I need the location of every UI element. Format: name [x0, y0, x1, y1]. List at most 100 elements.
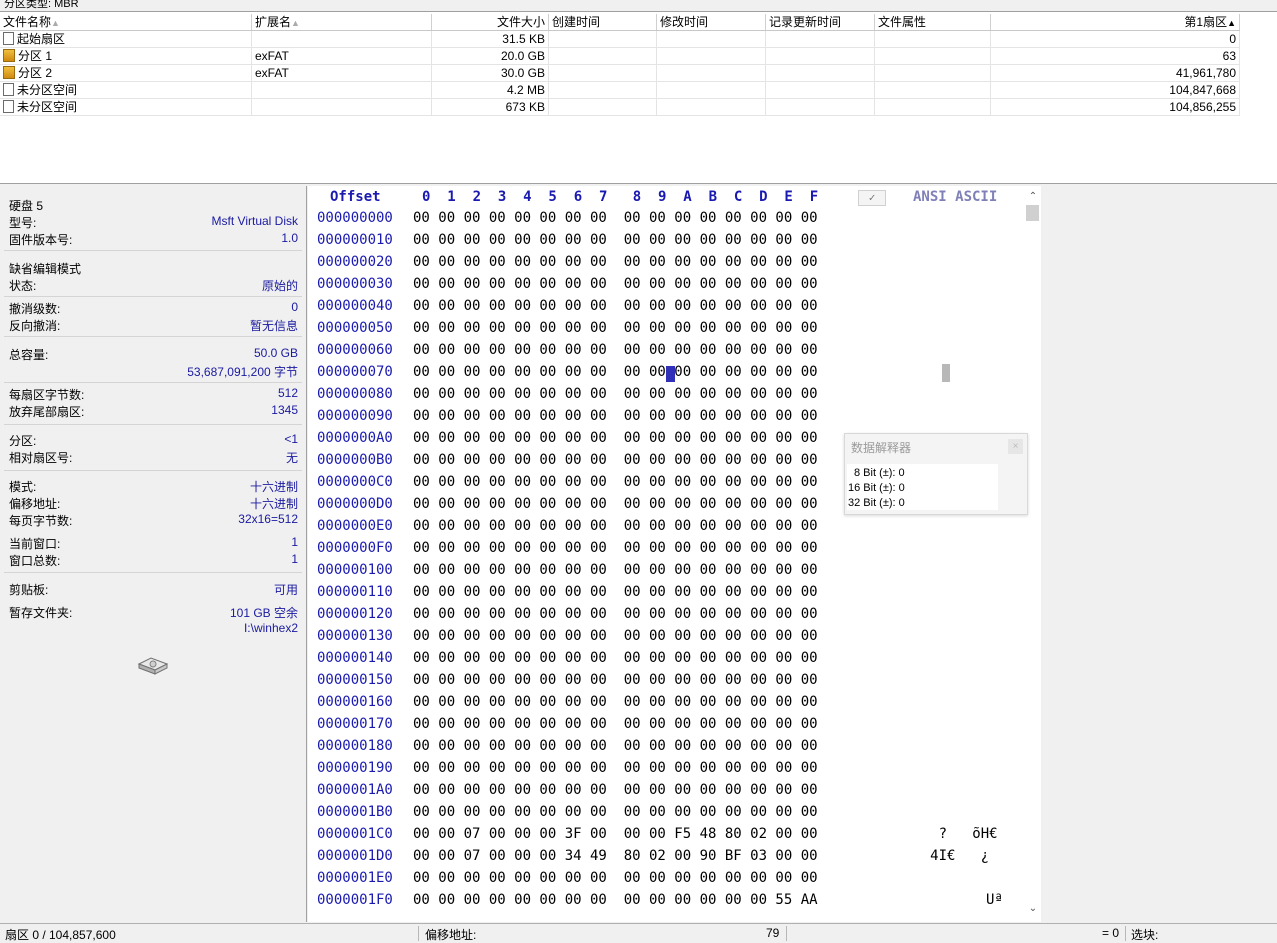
offset-label: 000000050 [317, 320, 393, 336]
hex-row[interactable]: 00 00 00 00 00 00 00 00 00 00 00 00 00 0… [413, 584, 818, 600]
undo-label: 撤消级数: [9, 302, 61, 316]
bytes-per-sector-value: 512 [277, 386, 298, 400]
hex-row[interactable]: 00 00 00 00 00 00 00 00 00 00 00 00 00 0… [413, 452, 818, 468]
disk-info-panel: 硬盘 5 型号: Msft Virtual Disk 固件版本号: 1.0 缺省… [0, 186, 307, 922]
current-window-label: 当前窗口: [9, 537, 61, 551]
hex-row[interactable]: 00 00 00 00 00 00 00 00 00 00 00 00 00 0… [413, 254, 818, 270]
hex-row[interactable]: 00 00 00 00 00 00 00 00 00 00 00 00 00 0… [413, 364, 818, 380]
partition-file-list[interactable]: 文件名称▲ 扩展名▲ 文件大小 创建时间 修改时间 记录更新时间 文件属性 第1… [0, 11, 1277, 184]
hex-row[interactable]: 00 00 00 00 00 00 00 00 00 00 00 00 00 0… [413, 298, 818, 314]
hex-row[interactable]: 00 00 07 00 00 00 3F 00 00 00 F5 48 80 0… [413, 826, 818, 842]
column-header-created[interactable]: 创建时间 [549, 14, 657, 30]
hex-row[interactable]: 00 00 00 00 00 00 00 00 00 00 00 00 00 0… [413, 892, 818, 908]
ascii-toggle-button[interactable]: ✓ [858, 190, 886, 206]
hex-row[interactable]: 00 00 00 00 00 00 00 00 00 00 00 00 00 0… [413, 210, 818, 226]
clipboard-value: 可用 [273, 583, 298, 597]
hex-row[interactable]: 00 00 00 00 00 00 00 00 00 00 00 00 00 0… [413, 694, 818, 710]
column-header-attributes[interactable]: 文件属性 [875, 14, 991, 30]
clipboard-label: 剪贴板: [9, 583, 49, 597]
hex-row[interactable]: 00 00 00 00 00 00 00 00 00 00 00 00 00 0… [413, 870, 818, 886]
sort-arrow-icon: ▲ [291, 18, 300, 28]
file-list-row[interactable]: 分区 1 exFAT 20.0 GB 63 [0, 48, 1240, 65]
relative-sector-value: 无 [285, 451, 298, 465]
offset-label: 000000000 [317, 210, 393, 226]
hex-editor-view[interactable]: Offset 0 1 2 3 4 5 6 7 8 9 A B C D E F ✓… [308, 186, 1041, 922]
scroll-up-icon[interactable]: ⌃ [1025, 190, 1041, 204]
file-name: 分区 1 [18, 49, 53, 63]
partition-icon [3, 49, 15, 62]
ascii-row-last[interactable]: Uª [986, 892, 1003, 908]
offset-label: 000000100 [317, 562, 393, 578]
file-ext [252, 82, 432, 98]
file-list-row[interactable]: 未分区空间 673 KB 104,856,255 [0, 99, 1240, 116]
column-header-extension[interactable]: 扩展名▲ [252, 14, 432, 30]
hex-row[interactable]: 00 00 00 00 00 00 00 00 00 00 00 00 00 0… [413, 606, 818, 622]
ascii-cursor [942, 364, 950, 382]
scroll-thumb[interactable] [1026, 205, 1039, 221]
hex-row[interactable]: 00 00 00 00 00 00 00 00 00 00 00 00 00 0… [413, 276, 818, 292]
ascii-row[interactable]: 4I€ ¿ [888, 848, 989, 864]
file-icon [3, 83, 14, 96]
hex-row[interactable]: 00 00 00 00 00 00 00 00 00 00 00 00 00 0… [413, 650, 818, 666]
hex-row[interactable]: 00 00 00 00 00 00 00 00 00 00 00 00 00 0… [413, 496, 818, 512]
hex-row[interactable]: 00 00 00 00 00 00 00 00 00 00 00 00 00 0… [413, 342, 818, 358]
hex-row[interactable]: 00 00 00 00 00 00 00 00 00 00 00 00 00 0… [413, 562, 818, 578]
hex-row[interactable]: 00 00 00 00 00 00 00 00 00 00 00 00 00 0… [413, 782, 818, 798]
data-interpreter-window[interactable]: 数据解释器 × 8 Bit (±): 0 16 Bit (±): 0 32 Bi… [844, 433, 1028, 515]
offset-label: 000000070 [317, 364, 393, 380]
hex-row[interactable]: 00 00 00 00 00 00 00 00 00 00 00 00 00 0… [413, 738, 818, 754]
hex-vertical-scrollbar[interactable]: ⌃ ⌄ [1025, 190, 1041, 918]
column-header-record-updated[interactable]: 记录更新时间 [766, 14, 875, 30]
hex-row[interactable]: 00 00 00 00 00 00 00 00 00 00 00 00 00 0… [413, 430, 818, 446]
temp-folder-path: I:\winhex2 [243, 621, 298, 635]
column-header-name[interactable]: 文件名称▲ [0, 14, 252, 30]
offset-label: 0000000A0 [317, 430, 393, 446]
offset-label: 000000110 [317, 584, 393, 600]
scroll-down-icon[interactable]: ⌄ [1025, 902, 1041, 916]
hex-row[interactable]: 00 00 00 00 00 00 00 00 00 00 00 00 00 0… [413, 518, 818, 534]
offset-mode-value: 十六进制 [249, 497, 298, 511]
offset-label: 000000140 [317, 650, 393, 666]
hex-row[interactable]: 00 00 00 00 00 00 00 00 00 00 00 00 00 0… [413, 540, 818, 556]
hex-row[interactable]: 00 00 00 00 00 00 00 00 00 00 00 00 00 0… [413, 716, 818, 732]
hex-row[interactable]: 00 00 00 00 00 00 00 00 00 00 00 00 00 0… [413, 672, 818, 688]
interp-8bit: 8 Bit (±): 0 [854, 467, 905, 479]
file-name: 未分区空间 [17, 100, 78, 114]
offset-label: 0000001C0 [317, 826, 393, 842]
capacity-bytes: 53,687,091,200 字节 [187, 365, 298, 379]
close-icon[interactable]: × [1008, 439, 1023, 454]
hex-row[interactable]: 00 00 07 00 00 00 34 49 80 02 00 90 BF 0… [413, 848, 818, 864]
column-header-size[interactable]: 文件大小 [432, 14, 549, 30]
hex-row[interactable]: 00 00 00 00 00 00 00 00 00 00 00 00 00 0… [413, 320, 818, 336]
hex-row[interactable]: 00 00 00 00 00 00 00 00 00 00 00 00 00 0… [413, 386, 818, 402]
column-header-modified[interactable]: 修改时间 [657, 14, 766, 30]
offset-label: 000000180 [317, 738, 393, 754]
offset-label: 000000170 [317, 716, 393, 732]
hex-row[interactable]: 00 00 00 00 00 00 00 00 00 00 00 00 00 0… [413, 628, 818, 644]
file-first-sector: 104,856,255 [991, 99, 1240, 115]
file-list-row[interactable]: 未分区空间 4.2 MB 104,847,668 [0, 82, 1240, 99]
offset-label: 000000040 [317, 298, 393, 314]
offset-label: 0000000C0 [317, 474, 393, 490]
offset-label: 000000020 [317, 254, 393, 270]
file-list-row[interactable]: 起始扇区 31.5 KB 0 [0, 31, 1240, 48]
mode-label: 模式: [9, 480, 37, 494]
status-block-label: 选块: [1131, 928, 1159, 942]
bytes-per-page-value: 32x16=512 [238, 512, 298, 526]
hex-row[interactable]: 00 00 00 00 00 00 00 00 00 00 00 00 00 0… [413, 408, 818, 424]
hex-row[interactable]: 00 00 00 00 00 00 00 00 00 00 00 00 00 0… [413, 232, 818, 248]
hex-row[interactable]: 00 00 00 00 00 00 00 00 00 00 00 00 00 0… [413, 474, 818, 490]
relative-sector-label: 相对扇区号: [9, 451, 73, 465]
interp-16bit: 16 Bit (±): 0 [848, 482, 905, 494]
offset-label: 0000000E0 [317, 518, 393, 534]
offset-label: 0000001A0 [317, 782, 393, 798]
hex-row[interactable]: 00 00 00 00 00 00 00 00 00 00 00 00 00 0… [413, 760, 818, 776]
ascii-row[interactable]: ? õH€ [888, 826, 998, 842]
hex-row[interactable]: 00 00 00 00 00 00 00 00 00 00 00 00 00 0… [413, 804, 818, 820]
file-size: 4.2 MB [432, 82, 549, 98]
mode-value: 十六进制 [249, 480, 298, 494]
surplus-sectors-value: 1345 [271, 403, 298, 417]
column-header-first-sector[interactable]: 第1扇区▲ [991, 14, 1240, 30]
offset-label: 0000001D0 [317, 848, 393, 864]
file-list-row[interactable]: 分区 2 exFAT 30.0 GB 41,961,780 [0, 65, 1240, 82]
